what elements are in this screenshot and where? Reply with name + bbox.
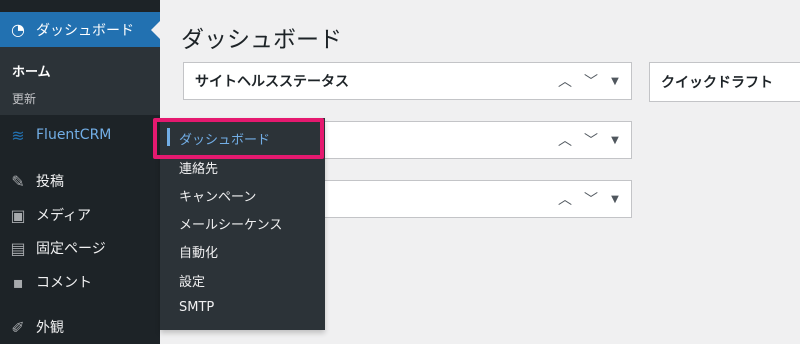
menu-appearance[interactable]: ✐ 外観	[0, 310, 160, 344]
menu-dashboard-label: ダッシュボード	[36, 22, 134, 39]
panel-controls: ︿ ﹀ ▼	[557, 63, 621, 99]
menu-pages-label: 固定ページ	[36, 241, 106, 257]
submenu-home[interactable]: ホーム	[12, 61, 51, 80]
media-icon: ▣	[10, 205, 26, 225]
move-down-icon[interactable]: ﹀	[583, 71, 599, 91]
panel-quick-draft: クイックドラフト	[649, 62, 800, 102]
toggle-panel-icon[interactable]: ▼	[609, 76, 621, 87]
panel-controls: ︿ ﹀ ▼	[557, 122, 621, 158]
menu-comments-label: コメント	[36, 275, 92, 291]
move-down-icon[interactable]: ﹀	[583, 130, 599, 150]
toggle-panel-icon[interactable]: ▼	[609, 135, 621, 146]
fluentcrm-icon: ≋	[11, 125, 25, 145]
menu-fluentcrm[interactable]: ≋ FluentCRM	[0, 118, 160, 152]
move-up-icon[interactable]: ︿	[557, 189, 573, 209]
menu-fluentcrm-label: FluentCRM	[36, 127, 112, 143]
menu-posts-label: 投稿	[36, 174, 64, 190]
flyout-item-settings[interactable]: 設定	[179, 271, 205, 290]
current-menu-arrow	[151, 21, 160, 39]
menu-dashboard[interactable]: ◔ ダッシュボード	[0, 12, 160, 47]
move-down-icon[interactable]: ﹀	[583, 189, 599, 209]
pin-icon: ✎	[11, 171, 25, 191]
menu-pages[interactable]: ▤ 固定ページ	[0, 231, 160, 265]
page-icon: ▤	[10, 238, 26, 258]
panel-controls: ︿ ﹀ ▼	[557, 181, 621, 217]
comment-icon: ▪	[12, 272, 24, 292]
highlight-annotation	[153, 118, 324, 159]
move-up-icon[interactable]: ︿	[557, 71, 573, 91]
flyout-item-automation[interactable]: 自動化	[179, 242, 218, 261]
move-up-icon[interactable]: ︿	[557, 130, 573, 150]
flyout-item-smtp[interactable]: SMTP	[179, 300, 214, 315]
page-title: ダッシュボード	[181, 27, 342, 53]
menu-appearance-label: 外観	[36, 320, 64, 336]
menu-media-label: メディア	[36, 208, 92, 224]
toggle-panel-icon[interactable]: ▼	[609, 194, 621, 205]
panel-title: クイックドラフト	[661, 75, 773, 91]
brush-icon: ✐	[11, 317, 25, 337]
menu-media[interactable]: ▣ メディア	[0, 198, 160, 232]
panel-site-health: サイトヘルスステータス ︿ ﹀ ▼	[183, 62, 632, 100]
flyout-item-contacts[interactable]: 連絡先	[179, 158, 218, 177]
submenu-updates[interactable]: 更新	[12, 90, 36, 107]
flyout-item-email-sequences[interactable]: メールシーケンス	[179, 214, 282, 233]
panel-title: サイトヘルスステータス	[195, 74, 349, 90]
admin-sidebar: ◔ ダッシュボード ホーム 更新 ≋ FluentCRM ✎ 投稿 ▣ メディア…	[0, 0, 160, 344]
menu-posts[interactable]: ✎ 投稿	[0, 164, 160, 198]
flyout-item-campaigns[interactable]: キャンペーン	[179, 186, 256, 205]
dashboard-icon: ◔	[11, 20, 25, 39]
menu-comments[interactable]: ▪ コメント	[0, 265, 160, 299]
dashboard-submenu: ホーム 更新	[0, 47, 160, 115]
